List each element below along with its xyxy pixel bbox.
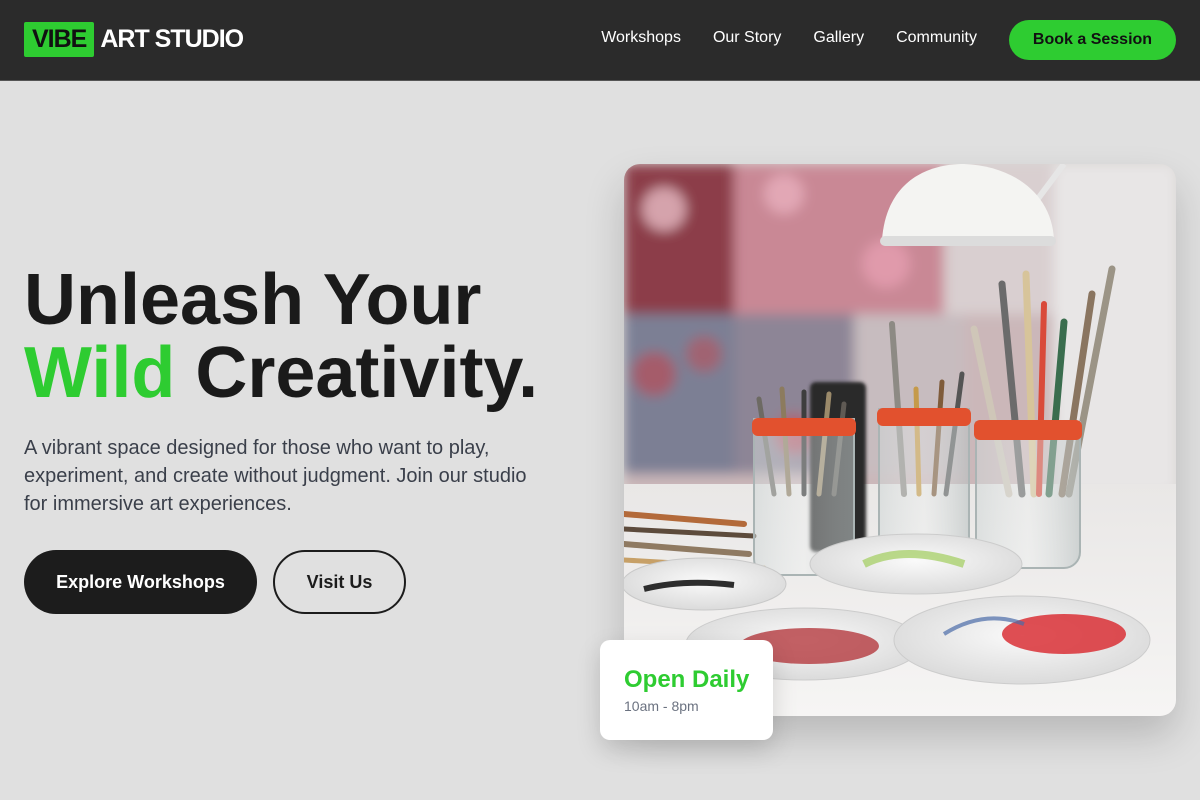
book-session-button[interactable]: Book a Session <box>1009 20 1176 60</box>
main-nav: Workshops Our Story Gallery Community <box>601 28 977 48</box>
hours-title: Open Daily <box>624 666 750 693</box>
hero-description: A vibrant space designed for those who w… <box>24 437 527 515</box>
hours-card: Open Daily 10am - 8pm <box>600 640 773 740</box>
top-navbar: VIBE ART STUDIO Workshops Our Story Gall… <box>0 0 1200 81</box>
logo-badge: VIBE <box>24 22 95 57</box>
visit-us-button[interactable]: Visit Us <box>273 550 406 614</box>
nav-link-workshops[interactable]: Workshops <box>601 28 681 48</box>
hero-title-line1: Unleash Your <box>24 260 482 340</box>
nav-link-gallery[interactable]: Gallery <box>813 28 864 48</box>
logo[interactable]: VIBE ART STUDIO <box>24 22 244 57</box>
hero-image <box>624 164 1176 716</box>
nav-link-our-story[interactable]: Our Story <box>713 28 781 48</box>
hero-title: Unleash Your Wild Creativity. <box>24 264 604 410</box>
nav-link-community[interactable]: Community <box>896 28 977 48</box>
hero-title-accent: Wild <box>24 333 176 413</box>
explore-workshops-button[interactable]: Explore Workshops <box>24 550 257 614</box>
hero-title-line2-rest: Creativity. <box>175 333 539 413</box>
logo-text: ART STUDIO <box>100 25 244 53</box>
hero-title-line2: Wild Creativity. <box>24 337 604 410</box>
hours-time: 10am - 8pm <box>624 698 699 714</box>
